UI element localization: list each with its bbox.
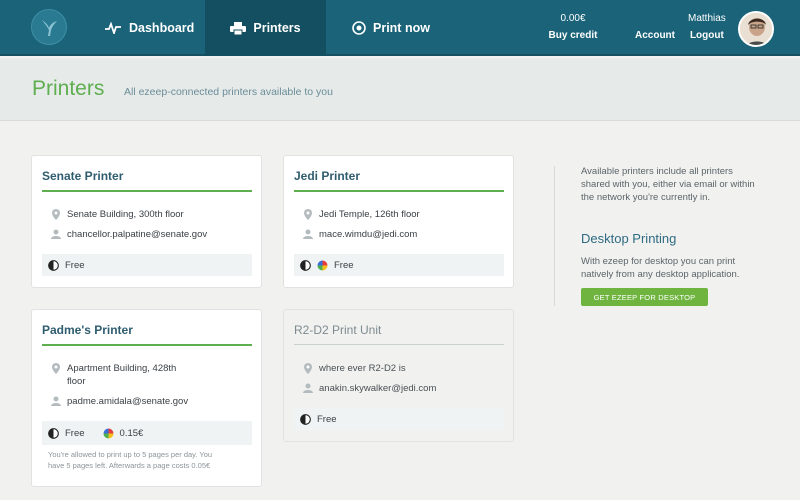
location-text: Apartment Building, 428th floor xyxy=(67,362,176,388)
location-text: where ever R2-D2 is xyxy=(319,363,406,374)
nav-printers-label: Printers xyxy=(253,21,301,35)
bw-price: Free xyxy=(334,259,354,271)
info-line-1: Available printers include all printers xyxy=(581,166,733,177)
nav-dashboard[interactable]: Dashboard xyxy=(104,0,194,56)
nav-print-now[interactable]: Print now xyxy=(352,0,430,56)
location-line-1: Apartment Building, 428th xyxy=(67,363,177,374)
location-text: Jedi Temple, 126th floor xyxy=(319,209,420,220)
printer-email: padme.amidala@senate.gov xyxy=(50,395,188,408)
nav-print-now-label: Print now xyxy=(373,21,430,35)
hummingbird-icon xyxy=(42,20,57,36)
email-text: padme.amidala@senate.gov xyxy=(67,396,189,407)
quota-note-line-2: have 5 pages left. Afterwards a page cos… xyxy=(48,461,211,470)
top-nav: Dashboard Printers Print now 0.00€ Buy c… xyxy=(0,0,800,56)
printer-card[interactable]: R2-D2 Print Unit where ever R2-D2 is ana… xyxy=(283,309,514,442)
printer-email: mace.wimdu@jedi.com xyxy=(302,228,417,241)
map-pin-icon xyxy=(50,208,62,220)
price-row: Free xyxy=(294,408,504,430)
printer-email: anakin.skywalker@jedi.com xyxy=(302,382,436,395)
user-box: Matthias Logout xyxy=(688,13,726,41)
user-name: Matthias xyxy=(688,13,726,24)
printer-name[interactable]: Senate Printer xyxy=(42,169,123,183)
location-text: Senate Building, 300th floor xyxy=(67,209,184,220)
printer-name[interactable]: R2-D2 Print Unit xyxy=(294,323,381,337)
nav-printers[interactable]: Printers xyxy=(205,0,326,56)
activity-icon xyxy=(104,22,122,34)
title-divider xyxy=(294,344,504,345)
map-pin-icon xyxy=(302,362,314,374)
info-line-2: shared with you, either via email or wit… xyxy=(581,179,755,190)
printer-location: Senate Building, 300th floor xyxy=(50,208,184,221)
page-subtitle: All ezeep-connected printers available t… xyxy=(124,86,333,98)
printer-email: chancellor.palpatine@senate.gov xyxy=(50,228,207,241)
credit-amount: 0.00€ xyxy=(560,13,586,24)
desktop-printing-title: Desktop Printing xyxy=(581,231,677,246)
user-icon xyxy=(50,228,62,239)
printer-name[interactable]: Padme's Printer xyxy=(42,323,133,337)
bw-price: Free xyxy=(65,427,85,439)
email-text: anakin.skywalker@jedi.com xyxy=(319,383,437,394)
printer-card[interactable]: Senate Printer Senate Building, 300th fl… xyxy=(31,155,262,288)
printer-location: where ever R2-D2 is xyxy=(302,362,406,375)
location-line-2: floor xyxy=(67,376,86,387)
bw-contrast-icon xyxy=(48,259,59,271)
printer-location: Jedi Temple, 126th floor xyxy=(302,208,420,221)
user-icon xyxy=(50,395,62,406)
buy-credit-link[interactable]: Buy credit xyxy=(545,30,601,41)
bw-price: Free xyxy=(65,259,85,271)
title-divider xyxy=(294,190,504,192)
email-text: mace.wimdu@jedi.com xyxy=(319,229,418,240)
price-row: Free xyxy=(42,254,252,276)
account-link[interactable]: Account xyxy=(635,30,675,41)
desktop-line-2: natively from any desktop application. xyxy=(581,269,740,280)
color-wheel-icon xyxy=(103,428,114,439)
quota-note-line-1: You're allowed to print up to 5 pages pe… xyxy=(48,450,213,459)
bw-contrast-icon xyxy=(300,259,311,271)
logout-link[interactable]: Logout xyxy=(688,30,726,41)
user-photo-icon xyxy=(740,13,772,45)
nav-dashboard-label: Dashboard xyxy=(129,21,195,35)
desktop-line-1: With ezeep for desktop you can print xyxy=(581,256,736,267)
price-row: Free 0.15€ xyxy=(42,421,252,445)
page-header xyxy=(0,58,800,121)
color-wheel-icon xyxy=(317,260,328,271)
info-line-3: the network you're currently in. xyxy=(581,192,711,203)
get-ezeep-desktop-button[interactable]: GET EZEEP FOR DESKTOP xyxy=(581,288,708,306)
user-icon xyxy=(302,382,314,393)
bw-contrast-icon xyxy=(300,413,311,425)
sidebar-divider xyxy=(554,166,555,306)
bw-price: Free xyxy=(317,413,337,425)
credit-box: 0.00€ Buy credit xyxy=(545,13,601,41)
printer-icon xyxy=(230,21,247,35)
price-row: Free xyxy=(294,254,504,276)
printer-location: Apartment Building, 428th floor xyxy=(50,362,176,388)
page-title: Printers xyxy=(32,77,105,100)
desktop-printing-text: With ezeep for desktop you can print nat… xyxy=(581,255,771,281)
ezeep-logo[interactable] xyxy=(31,9,67,45)
printer-card[interactable]: Padme's Printer Apartment Building, 428t… xyxy=(31,309,262,487)
email-text: chancellor.palpatine@senate.gov xyxy=(67,229,208,240)
bw-contrast-icon xyxy=(48,427,59,439)
avatar[interactable] xyxy=(738,11,774,47)
quota-note: You're allowed to print up to 5 pages pe… xyxy=(48,449,248,471)
printers-info-text: Available printers include all printers … xyxy=(581,165,781,204)
printer-name[interactable]: Jedi Printer xyxy=(294,169,360,183)
title-divider xyxy=(42,344,252,346)
map-pin-icon xyxy=(50,362,62,374)
color-price: 0.15€ xyxy=(119,427,144,439)
title-divider xyxy=(42,190,252,192)
printer-card[interactable]: Jedi Printer Jedi Temple, 126th floor ma… xyxy=(283,155,514,288)
user-icon xyxy=(302,228,314,239)
map-pin-icon xyxy=(302,208,314,220)
record-icon xyxy=(352,21,366,35)
